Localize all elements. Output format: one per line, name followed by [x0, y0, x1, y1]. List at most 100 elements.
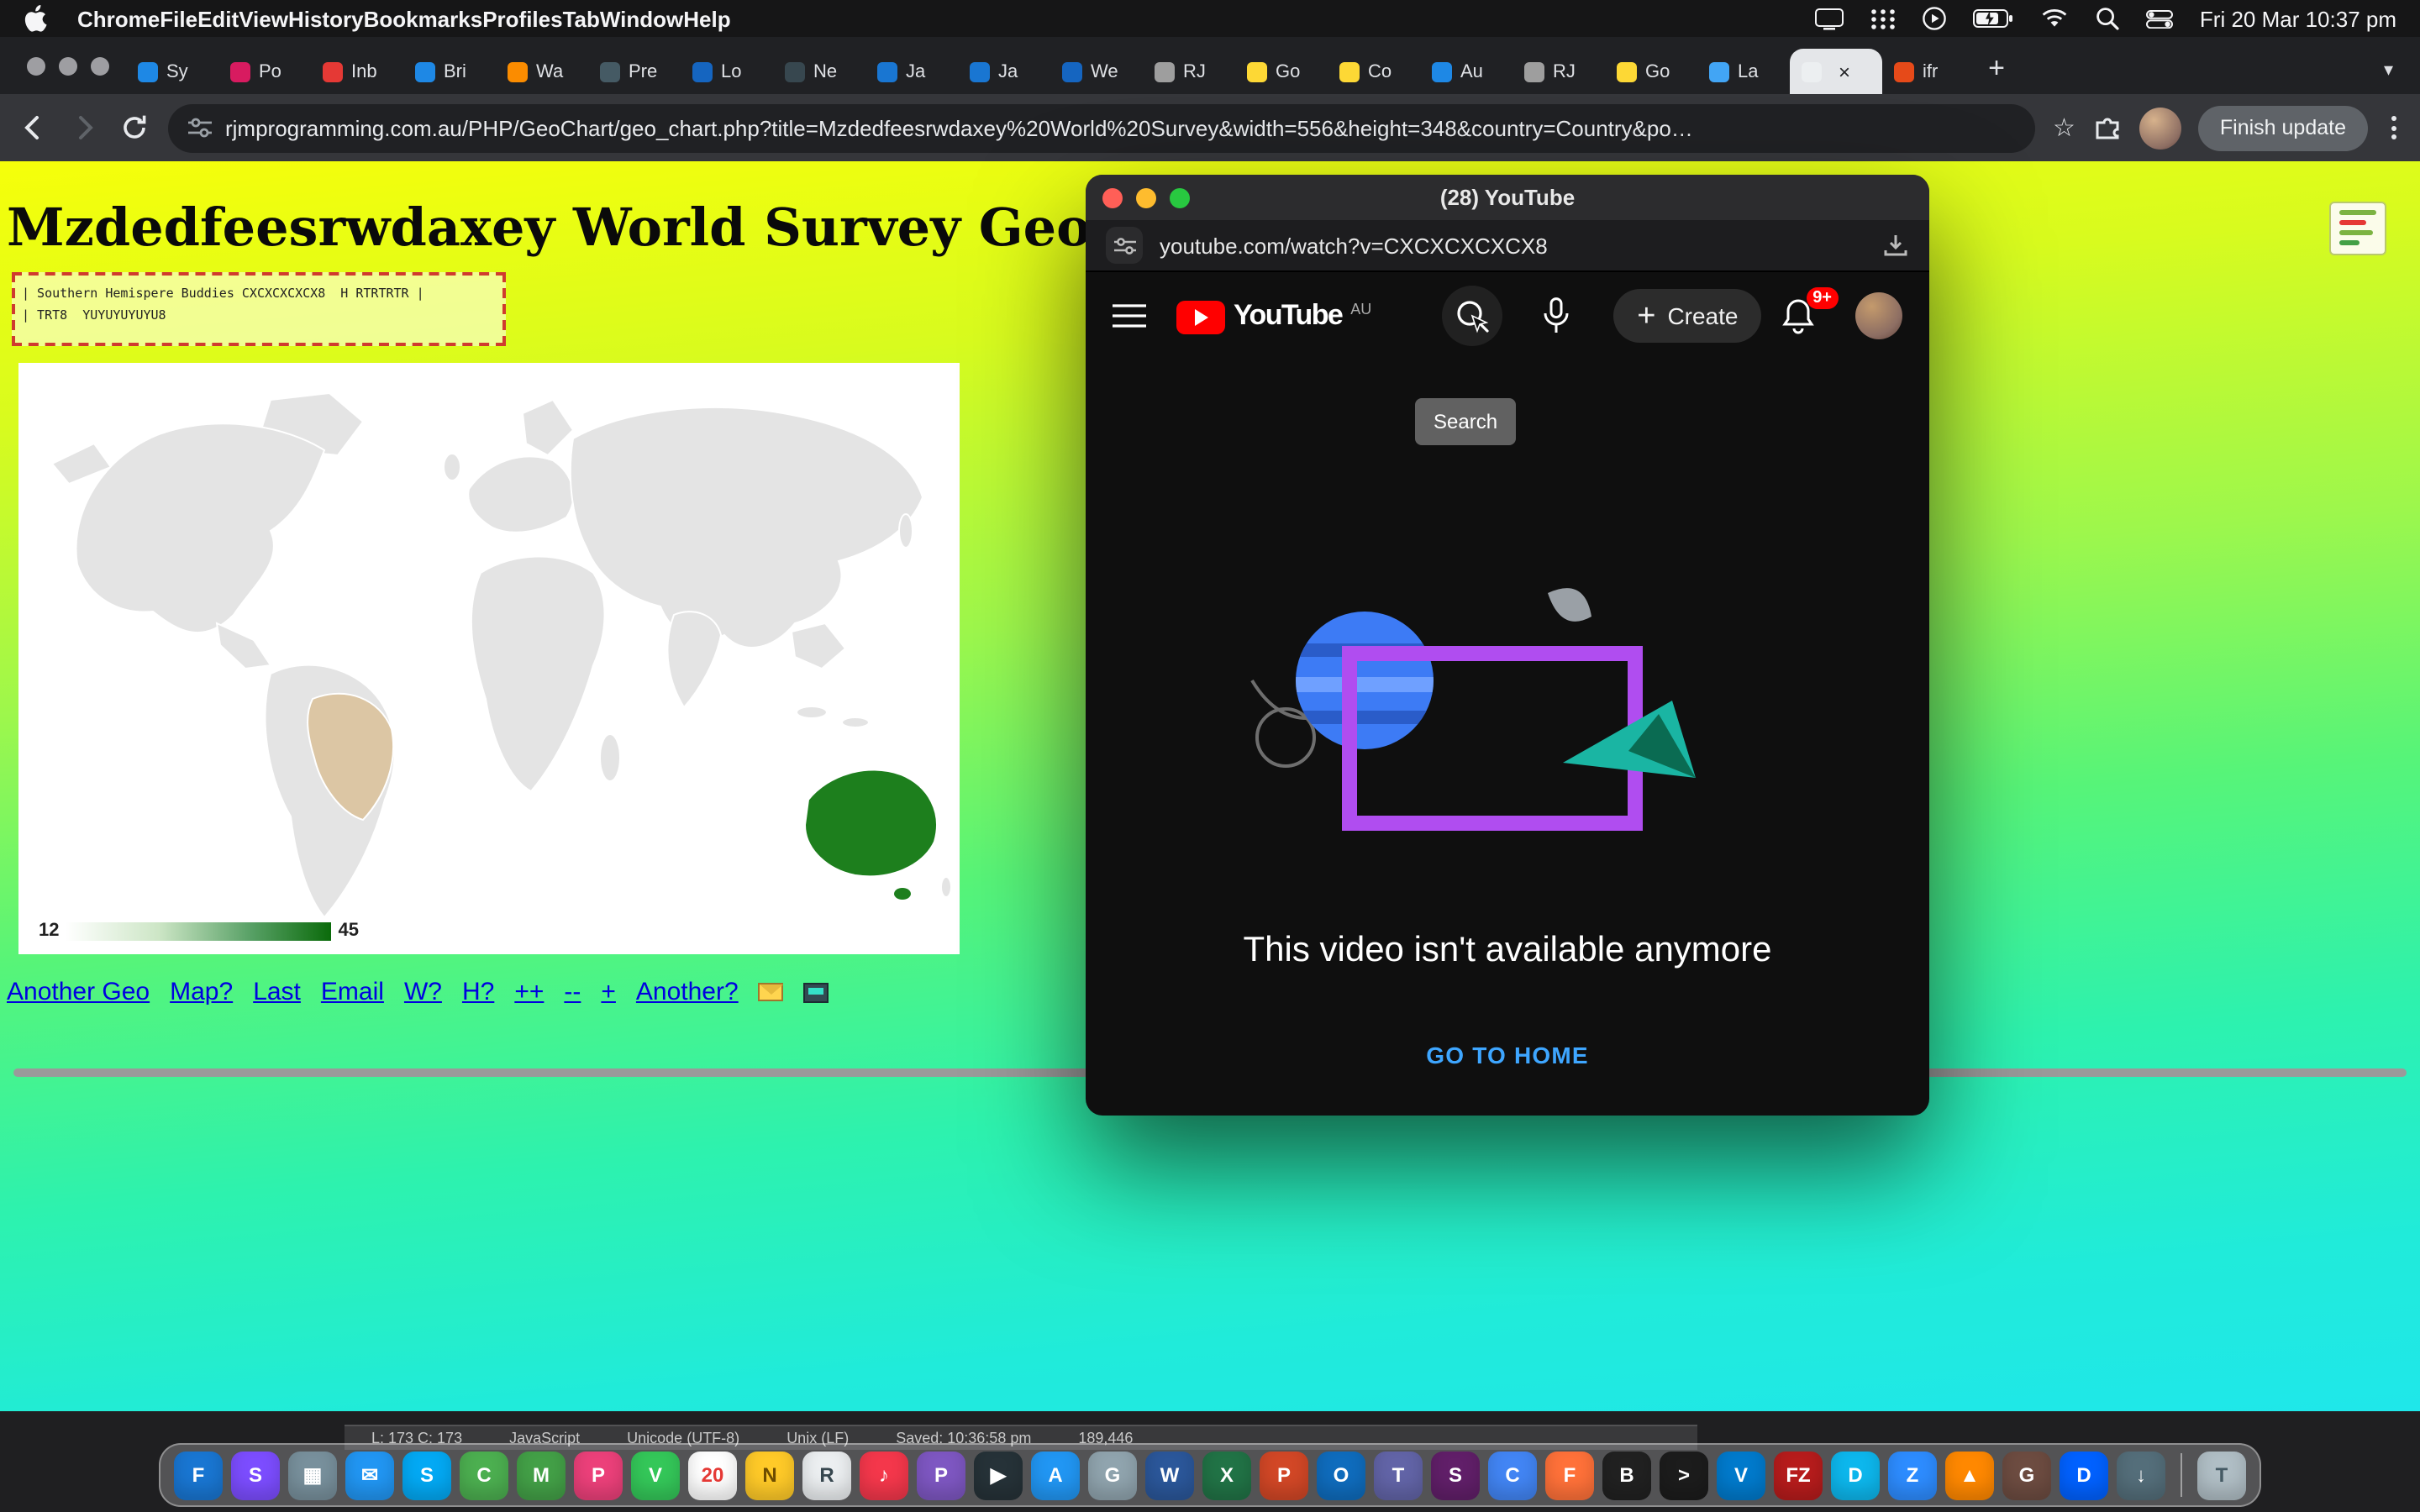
dock-app-icon[interactable]: F: [1545, 1451, 1594, 1499]
profile-avatar[interactable]: [2139, 107, 2181, 149]
browser-tab[interactable]: Bri: [403, 49, 496, 94]
page-link[interactable]: --: [564, 978, 581, 1006]
region-tasmania[interactable]: [894, 888, 911, 900]
dock-app-icon[interactable]: ▦: [288, 1451, 337, 1499]
mail-icon[interactable]: [759, 983, 784, 1001]
search-button[interactable]: [1442, 286, 1502, 346]
apple-logo-icon[interactable]: [24, 5, 47, 32]
page-link[interactable]: ++: [514, 978, 544, 1006]
dock-app-icon[interactable]: ✉: [345, 1451, 394, 1499]
region-australia[interactable]: [805, 770, 937, 877]
dock-app-icon[interactable]: P: [1260, 1451, 1308, 1499]
zoom-window-button[interactable]: [91, 56, 109, 75]
page-link[interactable]: Another?: [636, 978, 739, 1006]
browser-tab[interactable]: La: [1697, 49, 1790, 94]
menubar-clock[interactable]: Fri 20 Mar 10:37 pm: [2200, 6, 2396, 31]
region-madagascar[interactable]: [600, 734, 620, 781]
menubar-menu-item[interactable]: Profiles: [482, 6, 562, 31]
tab-search-chevron-icon[interactable]: ▾: [2384, 59, 2410, 94]
dock-app-icon[interactable]: ↓: [2117, 1451, 2165, 1499]
browser-tab[interactable]: ifr: [1882, 49, 1975, 94]
dock-app-icon[interactable]: G: [1088, 1451, 1137, 1499]
menubar-menu-item[interactable]: Tab: [563, 6, 600, 31]
page-link[interactable]: +: [601, 978, 616, 1006]
computer-icon[interactable]: [804, 982, 829, 1002]
dock-app-icon[interactable]: 20: [688, 1451, 737, 1499]
browser-tab[interactable]: Go: [1235, 49, 1328, 94]
region-central-america[interactable]: [217, 623, 271, 669]
menubar-menu-item[interactable]: View: [239, 6, 288, 31]
dock-app-icon[interactable]: F: [174, 1451, 223, 1499]
menubar-menu-item[interactable]: Edit: [197, 6, 239, 31]
browser-tab[interactable]: Po: [218, 49, 311, 94]
wifi-icon[interactable]: [2040, 8, 2069, 29]
dock-app-icon[interactable]: C: [1488, 1451, 1537, 1499]
browser-tab[interactable]: Au: [1420, 49, 1512, 94]
page-link[interactable]: W?: [404, 978, 442, 1006]
chrome-menu-icon[interactable]: [2385, 116, 2403, 139]
youtube-logo[interactable]: YouTube AU: [1176, 298, 1371, 333]
notifications-button[interactable]: 9+: [1781, 297, 1825, 334]
browser-tab[interactable]: Ja: [958, 49, 1050, 94]
keypad-icon[interactable]: [1870, 8, 1896, 29]
menubar-menu-item[interactable]: Chrome: [77, 6, 160, 31]
create-button[interactable]: + Create: [1613, 289, 1761, 343]
dock-app-icon[interactable]: D: [2060, 1451, 2108, 1499]
browser-tab[interactable]: RJ: [1512, 49, 1605, 94]
go-to-home-button[interactable]: GO TO HOME: [1086, 1042, 1929, 1068]
dock-app-icon[interactable]: ▲: [1945, 1451, 1994, 1499]
youtube-titlebar[interactable]: (28) YouTube: [1086, 175, 1929, 220]
youtube-urlbar[interactable]: youtube.com/watch?v=CXCXCXCXCX8: [1086, 220, 1929, 272]
browser-tab[interactable]: ×: [1790, 49, 1882, 94]
play-status-icon[interactable]: [1923, 7, 1946, 30]
reload-button[interactable]: [118, 113, 151, 143]
dock-app-icon[interactable]: O: [1317, 1451, 1365, 1499]
region-scandinavia[interactable]: [523, 400, 573, 455]
menubar-menu-item[interactable]: File: [160, 6, 197, 31]
region-asia[interactable]: [571, 407, 923, 648]
site-controls-icon[interactable]: [1106, 227, 1143, 264]
dock-app-icon[interactable]: G: [2002, 1451, 2051, 1499]
dock-app-icon[interactable]: P: [574, 1451, 623, 1499]
region-indonesia-1[interactable]: [797, 706, 827, 718]
dock-app-icon[interactable]: W: [1145, 1451, 1194, 1499]
region-new-zealand[interactable]: [941, 877, 951, 897]
dock-app-icon[interactable]: X: [1202, 1451, 1251, 1499]
tab-close-icon[interactable]: ×: [1839, 61, 1850, 81]
menubar-menu-item[interactable]: History: [288, 6, 364, 31]
region-japan[interactable]: [899, 514, 913, 548]
browser-tab[interactable]: Co: [1328, 49, 1420, 94]
browser-tab[interactable]: Pre: [588, 49, 681, 94]
close-window-button[interactable]: [1102, 187, 1123, 207]
dock-app-icon[interactable]: M: [517, 1451, 566, 1499]
close-window-button[interactable]: [27, 56, 45, 75]
spotlight-search-icon[interactable]: [2096, 7, 2119, 30]
voice-search-button[interactable]: [1526, 286, 1586, 346]
extensions-puzzle-icon[interactable]: [2092, 113, 2123, 143]
page-link[interactable]: Last: [253, 978, 301, 1006]
dock-app-icon[interactable]: V: [631, 1451, 680, 1499]
region-indonesia-2[interactable]: [842, 717, 869, 727]
dock-app-icon[interactable]: >: [1660, 1451, 1708, 1499]
zoom-window-button[interactable]: [1170, 187, 1190, 207]
dock-app-icon[interactable]: ♪: [860, 1451, 908, 1499]
region-africa[interactable]: [471, 557, 605, 792]
omnibox[interactable]: rjmprogramming.com.au/PHP/GeoChart/geo_c…: [168, 103, 2036, 152]
menubar-menu-item[interactable]: Bookmarks: [364, 6, 483, 31]
region-india[interactable]: [667, 612, 721, 707]
dock-app-icon[interactable]: Z: [1888, 1451, 1937, 1499]
site-settings-icon[interactable]: [188, 118, 212, 138]
trash-icon[interactable]: T: [2197, 1451, 2246, 1499]
minimize-window-button[interactable]: [1136, 187, 1156, 207]
notepad-widget-icon[interactable]: [2329, 202, 2386, 255]
url-text[interactable]: rjmprogramming.com.au/PHP/GeoChart/geo_c…: [225, 115, 1693, 140]
bookmark-star-icon[interactable]: ☆: [2053, 113, 2075, 143]
region-uk[interactable]: [444, 454, 460, 480]
browser-tab[interactable]: Sy: [126, 49, 218, 94]
display-mirroring-icon[interactable]: [1815, 8, 1844, 29]
dock-app-icon[interactable]: ▶: [974, 1451, 1023, 1499]
control-center-icon[interactable]: [2146, 9, 2173, 28]
region-north-america[interactable]: [76, 423, 324, 633]
dock-app-icon[interactable]: V: [1717, 1451, 1765, 1499]
battery-icon[interactable]: [1973, 8, 2013, 29]
